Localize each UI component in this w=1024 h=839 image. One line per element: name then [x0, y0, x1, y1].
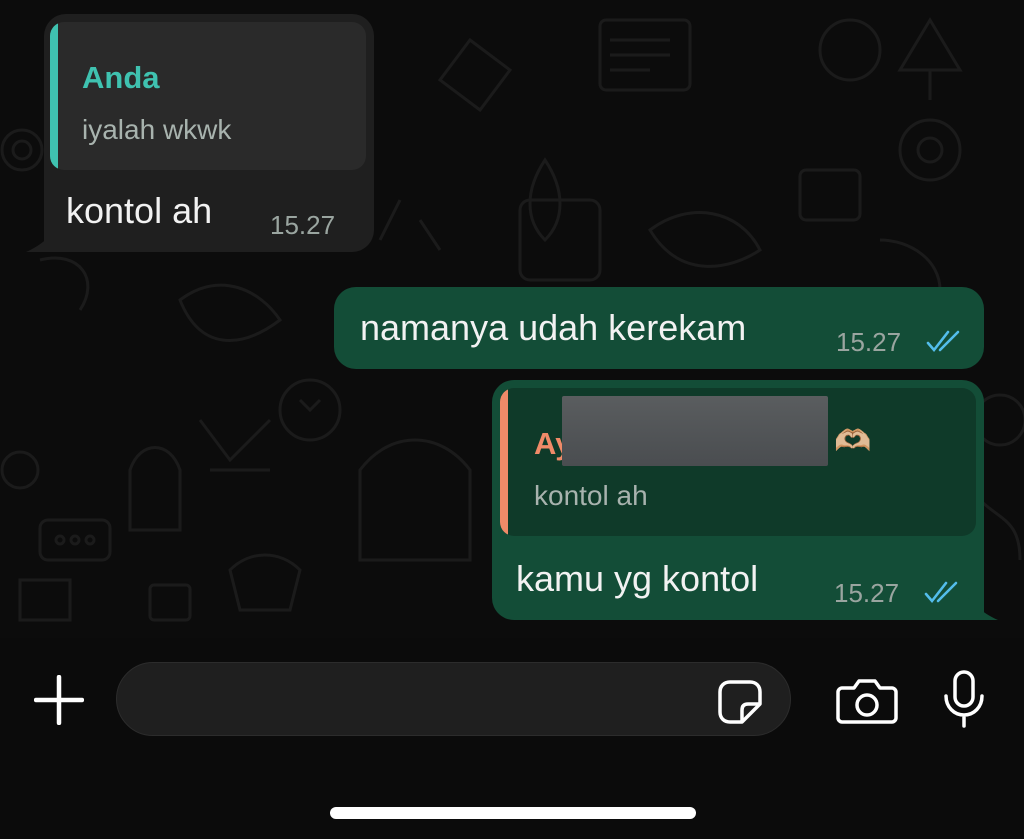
- camera-icon[interactable]: [836, 678, 898, 724]
- bubble-tail: [26, 230, 56, 252]
- redacted-name-block: [562, 396, 828, 466]
- sticker-icon[interactable]: [716, 678, 764, 726]
- message-text: kamu yg kontol: [516, 558, 759, 599]
- quote-accent-bar: [500, 388, 508, 536]
- quoted-message[interactable]: Anda iyalah wkwk: [50, 22, 366, 170]
- microphone-icon[interactable]: [940, 670, 988, 728]
- quoted-message[interactable]: Ay 🫶🏼 kontol ah: [500, 388, 976, 536]
- message-input[interactable]: [116, 662, 791, 736]
- read-receipt-icon: [924, 581, 958, 604]
- message-text: namanya udah kerekam: [360, 307, 747, 348]
- plus-icon[interactable]: [34, 675, 84, 725]
- message-bubble-outgoing[interactable]: namanya udah kerekam 15.27: [334, 287, 984, 369]
- quoted-message-text: kontol ah: [534, 480, 648, 511]
- quoted-sender-name: Anda: [82, 60, 160, 95]
- quoted-message-text: iyalah wkwk: [82, 114, 232, 145]
- home-indicator: [330, 807, 696, 819]
- message-time: 15.27: [834, 578, 900, 608]
- bubble-tail: [968, 598, 998, 620]
- message-bubble-outgoing[interactable]: Ay 🫶🏼 kontol ah kamu yg kontol 15.27: [492, 380, 984, 620]
- message-text: kontol ah: [66, 190, 213, 231]
- quote-accent-bar: [50, 22, 58, 170]
- message-bubble-incoming[interactable]: Anda iyalah wkwk kontol ah 15.27: [44, 14, 374, 252]
- message-time: 15.27: [270, 210, 336, 240]
- chat-area[interactable]: Anda iyalah wkwk kontol ah 15.27 namanya…: [0, 0, 1024, 638]
- heart-hands-emoji: 🫶🏼: [834, 425, 872, 458]
- message-composer: [0, 638, 1024, 839]
- read-receipt-icon: [926, 330, 960, 353]
- message-time: 15.27: [836, 327, 902, 357]
